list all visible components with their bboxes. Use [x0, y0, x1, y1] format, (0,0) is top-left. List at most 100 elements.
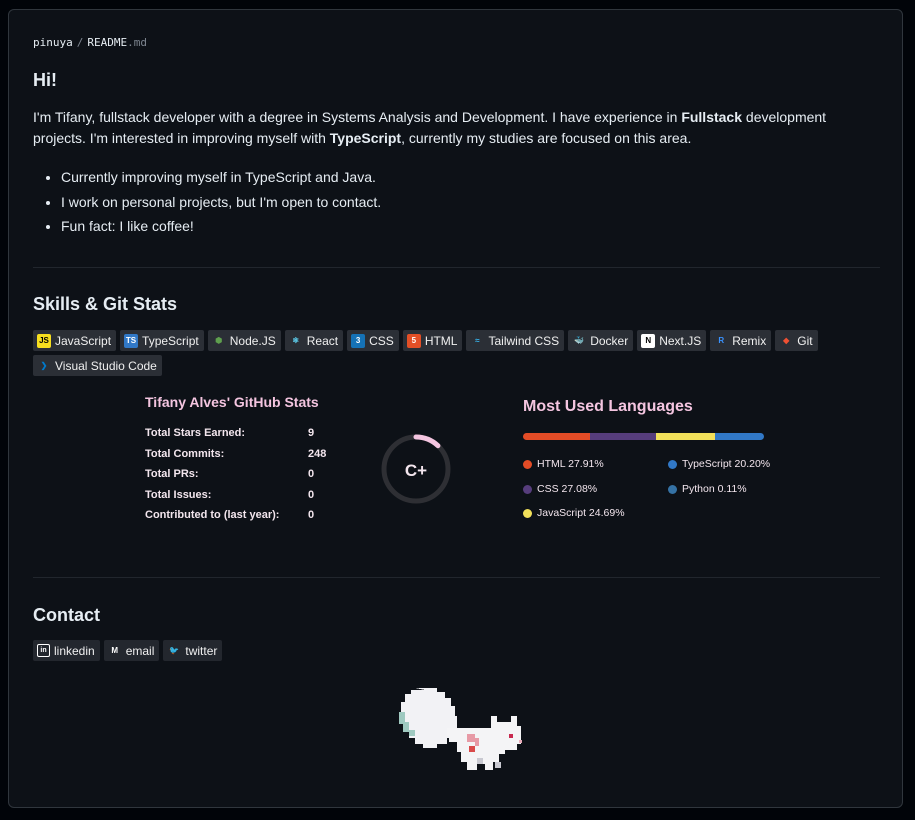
breadcrumb-owner-link[interactable]: pinuya — [33, 36, 73, 49]
language-color-dot — [668, 459, 677, 469]
stat-label: Total PRs: — [145, 468, 199, 481]
language-legend-item: CSS 27.08% — [523, 483, 597, 495]
git-icon: ◆ — [783, 335, 790, 345]
css-icon: 3 — [351, 333, 366, 348]
contact-badge-label: email — [125, 643, 155, 658]
skill-badge[interactable]: 3 CSS — [347, 330, 399, 351]
breadcrumb-file-ext: .md — [127, 36, 147, 49]
javascript-icon: JS — [37, 333, 51, 348]
breadcrumb-file-name: README — [87, 36, 128, 49]
language-color-dot — [523, 508, 532, 518]
intro-bullet-item: I work on personal projects, but I'm ope… — [61, 190, 381, 215]
stat-label: Total Issues: — [145, 488, 212, 501]
vscode-icon: ❯ — [40, 360, 48, 370]
intro-bullet-list: Currently improving myself in TypeScript… — [33, 165, 381, 239]
github-stat-row: Total Issues: 0 — [145, 485, 326, 506]
skills-heading: Skills & Git Stats — [33, 294, 178, 314]
skill-badge-label: Next.JS — [659, 333, 702, 348]
remix-icon: R — [718, 335, 725, 345]
skill-badge[interactable]: 🐳 Docker — [568, 330, 634, 351]
linkedin-icon: in — [37, 644, 50, 657]
skill-badge-label: Remix — [732, 333, 767, 348]
breadcrumb: pinuya / README.md — [33, 36, 147, 49]
intro-bullet-item: Fun fact: I like coffee! — [61, 214, 381, 239]
contact-heading: Contact — [33, 605, 100, 625]
language-legend-item: HTML 27.91% — [523, 458, 604, 470]
nodejs-icon: ⬢ — [215, 335, 223, 345]
language-color-dot — [668, 484, 677, 494]
intro-text-1: I'm Tifany, fullstack developer with a d… — [33, 109, 682, 125]
intro-bold-fullstack: Fullstack — [681, 109, 743, 125]
skill-badge[interactable]: ◆ Git — [775, 330, 818, 351]
language-legend-item: TypeScript 20.20% — [668, 458, 770, 470]
intro-bullet-item: Currently improving myself in TypeScript… — [61, 165, 381, 190]
skills-badge-list: JS JavaScript TS TypeScript ⬢ Node.JS ⚛ React 3 C… — [33, 330, 853, 376]
language-legend-item: JavaScript 24.69% — [523, 507, 625, 519]
skill-badge[interactable]: ❯ Visual Studio Code — [33, 355, 162, 376]
react-icon: ⚛ — [292, 335, 300, 345]
languages-bar — [523, 433, 764, 440]
breadcrumb-separator: / — [76, 36, 84, 49]
language-legend-label: Python 0.11% — [682, 483, 747, 495]
readme-card: pinuya / README.md Hi! I'm Tifany, fullsta… — [8, 9, 903, 808]
stat-value: 9 — [308, 427, 315, 440]
github-stat-row: Total Commits: 248 — [145, 444, 326, 465]
stat-label: Total Stars Earned: — [145, 427, 246, 440]
skill-badge-label: TypeScript — [142, 333, 199, 348]
language-legend-item: Python 0.11% — [668, 483, 747, 495]
language-color-dot — [523, 484, 532, 494]
languages-bar-segment — [590, 433, 656, 440]
intro-bold-typescript: TypeScript — [329, 130, 402, 146]
language-legend-label: CSS 27.08% — [537, 483, 598, 495]
contact-badge-label: linkedin — [54, 643, 95, 658]
skill-badge[interactable]: R Remix — [710, 330, 772, 351]
gmail-icon: M — [111, 645, 119, 655]
html-icon: 5 — [406, 333, 421, 348]
skill-badge-label: Node.JS — [229, 333, 276, 348]
skill-badge-label: React — [306, 333, 339, 348]
skill-badge[interactable]: ⚛ React — [284, 330, 344, 351]
skill-badge[interactable]: JS JavaScript — [33, 330, 117, 351]
contact-badge-list: in linkedin Memail 🐦 twitter — [33, 640, 853, 661]
white-squirrel-image — [399, 688, 522, 770]
language-color-dot — [523, 459, 532, 469]
skill-badge[interactable]: N Next.JS — [637, 330, 707, 351]
intro-paragraph: I'm Tifany, fullstack developer with a d… — [33, 107, 880, 149]
skill-badge-label: Visual Studio Code — [55, 358, 157, 373]
typescript-icon: TS — [124, 333, 139, 348]
section-divider — [33, 577, 880, 578]
languages-bar-segment — [523, 433, 591, 440]
grade-label: C+ — [404, 461, 428, 480]
twitter-link[interactable]: 🐦 twitter — [163, 640, 223, 661]
skill-badge-label: HTML — [424, 333, 458, 348]
languages-bar-segment — [715, 433, 764, 440]
twitter-icon: 🐦 — [169, 645, 180, 655]
linkedin-link[interactable]: in linkedin — [33, 640, 100, 661]
stat-label: Contributed to (last year): — [145, 509, 280, 522]
section-divider — [33, 267, 880, 268]
language-legend-label: JavaScript 24.69% — [537, 507, 625, 519]
skill-badge-label: CSS — [369, 333, 394, 348]
stat-label: Total Commits: — [145, 447, 225, 460]
languages-title: Most Used Languages — [523, 398, 693, 415]
contact-badge-label: twitter — [185, 643, 218, 658]
github-stat-row: Total Stars Earned: 9 — [145, 423, 326, 444]
stat-value: 0 — [308, 509, 315, 522]
github-stats-title: Tifany Alves' GitHub Stats — [145, 394, 319, 410]
nextjs-icon: N — [641, 333, 656, 348]
stat-value: 0 — [308, 468, 315, 481]
languages-bar-segment — [655, 433, 715, 440]
skill-badge-label: JavaScript — [55, 333, 112, 348]
github-stats-table: Total Stars Earned: 9 Total Commits: 248 T… — [145, 423, 326, 526]
skill-badge[interactable]: ⬢ Node.JS — [207, 330, 281, 351]
skill-badge-label: Docker — [590, 333, 629, 348]
language-legend-label: HTML 27.91% — [537, 458, 604, 470]
email-link[interactable]: Memail — [103, 640, 160, 661]
tailwind-icon: ≈ — [475, 335, 480, 345]
skill-badge[interactable]: ≈ Tailwind CSS — [466, 330, 565, 351]
language-legend-label: TypeScript 20.20% — [682, 458, 771, 470]
skill-badge[interactable]: 5 HTML — [402, 330, 463, 351]
intro-heading: Hi! — [33, 70, 57, 90]
github-stat-row: Contributed to (last year): 0 — [145, 505, 326, 526]
skill-badge[interactable]: TS TypeScript — [120, 330, 204, 351]
